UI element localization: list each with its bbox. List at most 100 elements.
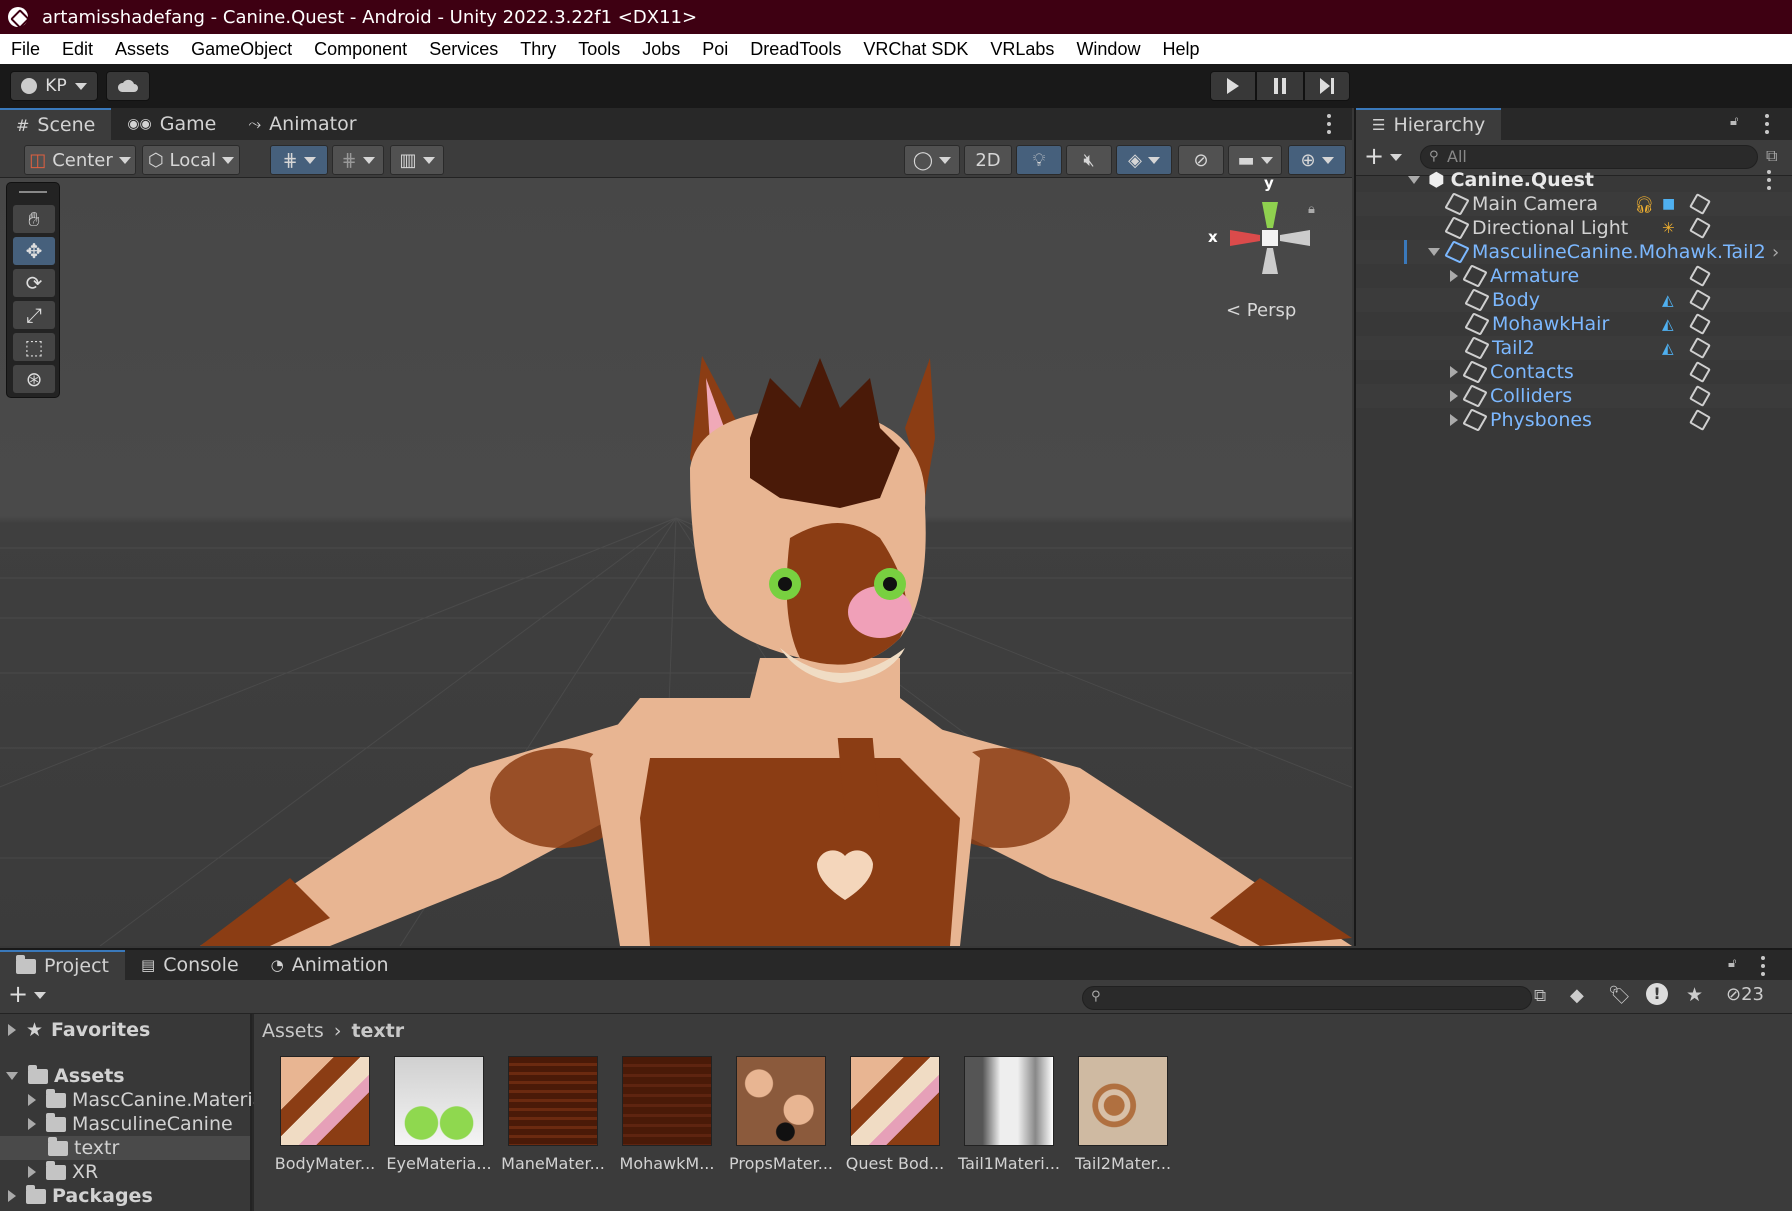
cloud-button[interactable] [106, 71, 150, 101]
project-search-input[interactable]: ⚲ [1082, 986, 1532, 1010]
tab-animation[interactable]: ◔ Animation [255, 950, 405, 980]
menu-edit[interactable]: Edit [51, 34, 104, 64]
menu-jobs[interactable]: Jobs [631, 34, 691, 64]
account-dropdown[interactable]: KP [10, 71, 98, 101]
scene-more-icon[interactable] [1326, 114, 1332, 134]
tab-game[interactable]: ◉◉ Game [111, 108, 232, 140]
audio-toggle[interactable]: 🔇︎ [1066, 145, 1112, 175]
lighting-toggle[interactable]: 💡︎ [1016, 145, 1062, 175]
tab-project[interactable]: Project [0, 950, 126, 980]
asset-item[interactable]: Tail1Materi... [954, 1056, 1064, 1186]
hierarchy-row-tail2[interactable]: Tail2 ◭ [1356, 336, 1792, 360]
tree-packages[interactable]: Packages [0, 1184, 250, 1208]
menu-assets[interactable]: Assets [104, 34, 180, 64]
hierarchy-row-body[interactable]: Body ◭ [1356, 288, 1792, 312]
menu-gameobject[interactable]: GameObject [180, 34, 303, 64]
scale-tool-button[interactable]: ⤢ [13, 301, 55, 329]
expand-arrow-icon[interactable] [1450, 390, 1458, 402]
menu-vrchat-sdk[interactable]: VRChat SDK [852, 34, 979, 64]
menu-vrlabs[interactable]: VRLabs [979, 34, 1065, 64]
hierarchy-row-armature[interactable]: Armature [1356, 264, 1792, 288]
asset-item[interactable]: BodyMater... [270, 1056, 380, 1186]
create-asset-button[interactable]: + [8, 980, 47, 1008]
pivot-mode-dropdown[interactable]: ◫ Center [24, 145, 136, 175]
tab-hierarchy[interactable]: ☰ Hierarchy [1356, 108, 1502, 140]
project-more-icon[interactable] [1760, 956, 1766, 976]
hierarchy-row-mohawkhair[interactable]: MohawkHair ◭ [1356, 312, 1792, 336]
step-button[interactable] [1304, 71, 1350, 101]
asset-item[interactable]: EyeMateria... [384, 1056, 494, 1186]
drag-handle[interactable] [19, 191, 47, 193]
menu-file[interactable]: File [0, 34, 51, 64]
expand-arrow-icon[interactable] [1450, 270, 1458, 282]
move-tool-button[interactable]: ✥ [13, 237, 55, 265]
tree-folder-textr[interactable]: textr [0, 1136, 250, 1160]
gizmos-dropdown[interactable]: ⊕ [1288, 145, 1346, 175]
menu-window[interactable]: Window [1065, 34, 1151, 64]
expand-arrow-icon[interactable] [28, 1166, 36, 1178]
hierarchy-more-icon[interactable] [1764, 114, 1770, 134]
warning-filter-icon[interactable]: ! [1646, 983, 1668, 1005]
menu-tools[interactable]: Tools [567, 34, 631, 64]
menu-poi[interactable]: Poi [691, 34, 739, 64]
asset-item[interactable]: Quest Bod... [840, 1056, 950, 1186]
breadcrumb-current[interactable]: textr [351, 1020, 404, 1042]
breadcrumb-assets[interactable]: Assets [262, 1020, 324, 1042]
transform-tool-button[interactable]: ⊛ [13, 365, 55, 393]
menu-thry[interactable]: Thry [509, 34, 567, 64]
lock-icon[interactable]: 🔒︎ [1308, 202, 1315, 217]
expand-arrow-icon[interactable] [28, 1094, 36, 1106]
tree-folder-masccanine-materia[interactable]: MascCanine.Materia [0, 1088, 264, 1112]
expand-arrow-icon[interactable] [1428, 248, 1440, 256]
pivot-space-dropdown[interactable]: ⬡ Local [142, 145, 240, 175]
play-button[interactable] [1210, 71, 1256, 101]
filter-by-label-icon[interactable]: 🏷︎ [1608, 985, 1631, 1006]
expand-arrow-icon[interactable] [1450, 414, 1458, 426]
search-options-icon[interactable]: ⧉ [1534, 986, 1546, 1006]
menu-services[interactable]: Services [418, 34, 509, 64]
hierarchy-row-avatar[interactable]: MasculineCanine.Mohawk.Tail2 › [1356, 240, 1792, 264]
tree-folder-masculinecanine[interactable]: MasculineCanine [0, 1112, 250, 1136]
menu-component[interactable]: Component [303, 34, 418, 64]
rect-tool-button[interactable]: ⬚ [13, 333, 55, 361]
pause-button[interactable] [1256, 71, 1304, 101]
tab-console[interactable]: ▤ Console [125, 950, 255, 980]
camera-settings-dropdown[interactable]: ▬ [1228, 145, 1282, 175]
hierarchy-row-scene[interactable]: ⬢ Canine.Quest [1356, 168, 1792, 192]
tab-scene[interactable]: # Scene [0, 108, 112, 140]
expand-arrow-icon[interactable] [8, 1190, 16, 1202]
tree-assets[interactable]: Assets [0, 1064, 250, 1088]
lock-icon[interactable]: 🔓︎ [1728, 956, 1736, 971]
hand-tool-button[interactable]: ✋︎ [13, 205, 55, 233]
menu-help[interactable]: Help [1151, 34, 1210, 64]
hierarchy-row-colliders[interactable]: Colliders [1356, 384, 1792, 408]
draw-mode-dropdown[interactable]: ◯ [904, 145, 960, 175]
gizmo-projection-label[interactable]: < Persp [1226, 300, 1296, 321]
scene-viewport[interactable]: y x < Persp 🔒︎ [0, 178, 1352, 946]
scene-visibility-toggle[interactable]: ⊘ [1178, 145, 1224, 175]
effects-dropdown[interactable]: ◈ [1116, 145, 1172, 175]
tab-animator[interactable]: ⤳ Animator [232, 108, 372, 140]
expand-arrow-icon[interactable] [6, 1072, 18, 1080]
scene-options-icon[interactable] [1766, 170, 1772, 190]
tree-favorites[interactable]: ★ Favorites [0, 1018, 250, 1042]
toggle-2d-button[interactable]: 2D [964, 145, 1012, 175]
ruler-toggle[interactable]: ▥ [390, 145, 444, 175]
increment-snap-toggle[interactable]: ⋕ [332, 145, 384, 175]
expand-arrow-icon[interactable] [8, 1024, 16, 1036]
chevron-right-icon[interactable]: › [1772, 242, 1779, 263]
asset-item[interactable]: ManeMater... [498, 1056, 608, 1186]
hierarchy-row-physbones[interactable]: Physbones [1356, 408, 1792, 432]
hierarchy-row-directional-light[interactable]: Directional Light ✳︎ [1356, 216, 1792, 240]
star-icon[interactable]: ★ [1686, 984, 1703, 1006]
expand-arrow-icon[interactable] [1408, 176, 1420, 184]
hierarchy-row-contacts[interactable]: Contacts [1356, 360, 1792, 384]
rotate-tool-button[interactable]: ⟳ [13, 269, 55, 297]
hierarchy-row-main-camera[interactable]: Main Camera 🎧︎ ■ [1356, 192, 1792, 216]
grid-snap-toggle[interactable]: ⋕ [270, 145, 328, 175]
menu-dreadtools[interactable]: DreadTools [739, 34, 852, 64]
expand-arrow-icon[interactable] [1450, 366, 1458, 378]
filter-by-type-icon[interactable]: ◆ [1570, 985, 1584, 1006]
lock-icon[interactable]: 🔓︎ [1730, 114, 1738, 129]
hierarchy-search-input[interactable]: ⚲ All [1420, 145, 1758, 169]
